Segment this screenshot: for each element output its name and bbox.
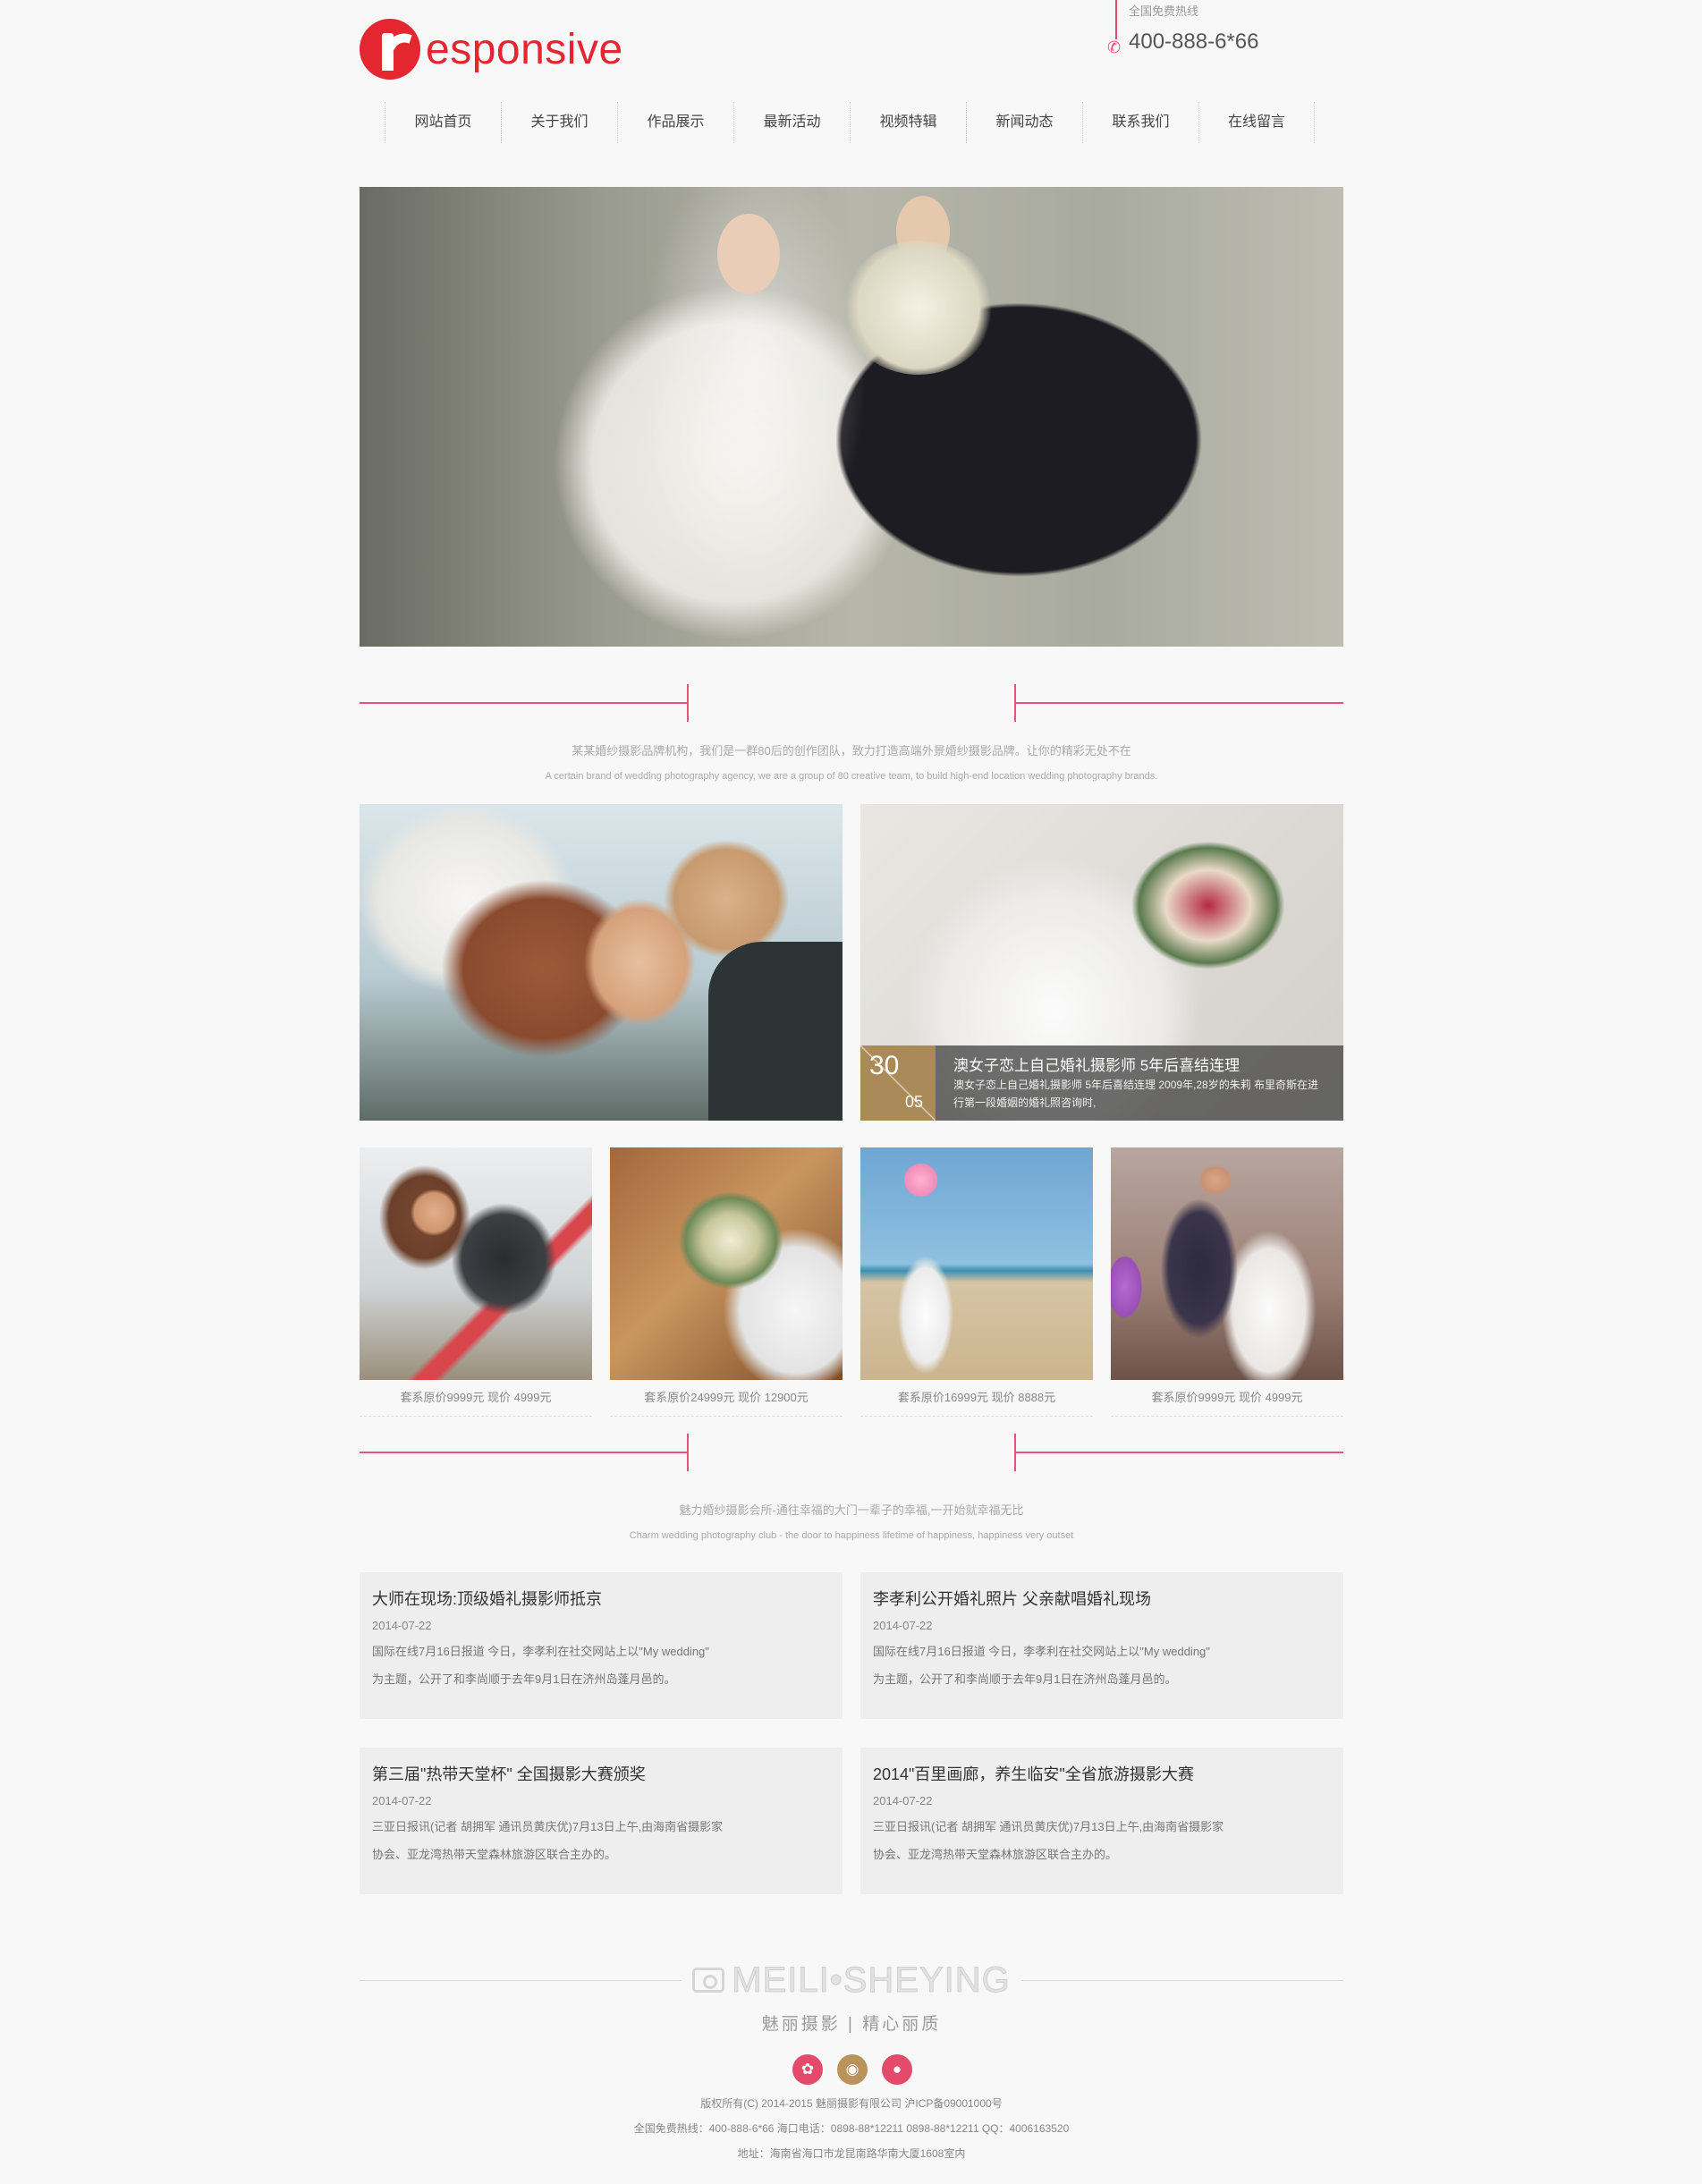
featured-month: 05 bbox=[904, 1093, 923, 1111]
news-title[interactable]: 第三届"热带天堂杯" 全国摄影大赛颁奖 bbox=[372, 1762, 830, 1787]
news-card[interactable]: 大师在现场:顶级婚礼摄影师抵京 2014-07-22 国际在线7月16日报道 今… bbox=[360, 1572, 843, 1719]
gallery-photo[interactable] bbox=[860, 1147, 1093, 1380]
featured-photo-kiss[interactable] bbox=[360, 804, 843, 1121]
divider-right-tick bbox=[1014, 684, 1016, 722]
footer-address: 地址：海南省海口市龙昆南路华南大厦1608室内 bbox=[737, 2147, 966, 2160]
news-date: 2014-07-22 bbox=[372, 1619, 432, 1632]
footer-slogan: 魅丽摄影 | 精心丽质 bbox=[761, 2015, 942, 2034]
gallery-photo[interactable] bbox=[610, 1147, 843, 1380]
nav-item-contact[interactable]: 联系我们 bbox=[1082, 102, 1198, 143]
news-excerpt: 国际在线7月16日报道 今日，李孝利在社交网站上以"My wedding" 为主… bbox=[873, 1638, 1331, 1693]
divider-right-tick bbox=[1014, 1434, 1016, 1471]
section-divider bbox=[360, 1434, 1343, 1471]
divider-left-line bbox=[360, 702, 689, 704]
gallery-price: 套系原价9999元 现价 4999元 bbox=[1111, 1380, 1343, 1417]
phone-icon: ✆ bbox=[1107, 38, 1122, 56]
gallery-price: 套系原价9999元 现价 4999元 bbox=[360, 1380, 592, 1417]
nav-item-news[interactable]: 新闻动态 bbox=[966, 102, 1082, 143]
news-excerpt-line: 为主题，公开了和李尚顺于去年9月1日在济州岛蓬月邑的。 bbox=[372, 1672, 676, 1686]
footer-copyright: 版权所有(C) 2014-2015 魅丽摄影有限公司 沪ICP备09001000… bbox=[700, 2097, 1003, 2110]
site-logo[interactable]: esponsive bbox=[360, 16, 623, 82]
divider-left-line bbox=[360, 1452, 689, 1453]
featured-photo-bouquet[interactable]: 30 05 澳女子恋上自己婚礼摄影师 5年后喜结连理 澳女子恋上自己婚礼摄影师 … bbox=[860, 804, 1343, 1121]
groom-suit bbox=[708, 942, 843, 1121]
featured-day: 30 bbox=[869, 1051, 900, 1080]
gallery-photo[interactable] bbox=[360, 1147, 592, 1380]
wechat-icon[interactable]: ● bbox=[882, 2054, 912, 2085]
divider-left-tick bbox=[687, 684, 689, 722]
nav-item-videos[interactable]: 视频特辑 bbox=[850, 102, 966, 143]
news-excerpt-line: 三亚日报讯(记者 胡拥军 通讯员黄庆优)7月13日上午,由海南省摄影家 bbox=[372, 1820, 724, 1833]
footer-contact: 全国免费热线：400-888-6*66 海口电话：0898-88*12211 0… bbox=[633, 2122, 1070, 2135]
gallery-item[interactable]: 套系原价16999元 现价 8888元 bbox=[860, 1147, 1093, 1417]
hero-bouquet bbox=[843, 241, 995, 375]
camera-icon bbox=[692, 1968, 725, 1993]
gallery-photo[interactable] bbox=[1111, 1147, 1343, 1380]
hero-banner-image[interactable] bbox=[360, 187, 1343, 647]
news-date: 2014-07-22 bbox=[873, 1794, 933, 1807]
news-title[interactable]: 2014"百里画廊，养生临安"全省旅游摄影大赛 bbox=[873, 1762, 1331, 1787]
hotline-line bbox=[1115, 0, 1117, 39]
social-links: ✿ ◉ ● bbox=[792, 2054, 912, 2085]
news-excerpt-line: 国际在线7月16日报道 今日，李孝利在社交网站上以"My wedding" bbox=[873, 1645, 1210, 1658]
news-excerpt: 三亚日报讯(记者 胡拥军 通讯员黄庆优)7月13日上午,由海南省摄影家 协会、亚… bbox=[873, 1813, 1331, 1868]
club-text-cn: 魅力婚纱摄影会所-通往幸福的大门一辈子的幸福,一开始就幸福无比 bbox=[679, 1503, 1024, 1517]
featured-text: 澳女子恋上自己婚礼摄影师 5年后喜结连理 2009年,28岁的朱莉 布里奇斯在进… bbox=[953, 1079, 1319, 1109]
nav-item-about[interactable]: 关于我们 bbox=[501, 102, 617, 143]
gallery-item[interactable]: 套系原价9999元 现价 4999元 bbox=[1111, 1147, 1343, 1417]
logo-text: esponsive bbox=[426, 25, 623, 73]
featured-caption[interactable]: 30 05 澳女子恋上自己婚礼摄影师 5年后喜结连理 澳女子恋上自己婚礼摄影师 … bbox=[860, 1045, 1343, 1121]
divider-left-tick bbox=[687, 1434, 689, 1471]
intro-text-cn: 某某婚纱摄影品牌机构，我们是一群80后的创作团队，致力打造高端外景婚纱摄影品牌。… bbox=[572, 744, 1131, 758]
intro-text-en: A certain brand of wedding photography a… bbox=[545, 771, 1158, 782]
hero-bride bbox=[717, 214, 780, 294]
gallery-price: 套系原价24999元 现价 12900元 bbox=[610, 1380, 843, 1417]
tencent-weibo-icon[interactable]: ◉ bbox=[837, 2054, 868, 2085]
news-card[interactable]: 2014"百里画廊，养生临安"全省旅游摄影大赛 2014-07-22 三亚日报讯… bbox=[860, 1748, 1343, 1894]
main-nav: 网站首页 关于我们 作品展示 最新活动 视频特辑 新闻动态 联系我们 在线留言 bbox=[385, 102, 1315, 143]
news-excerpt-line: 为主题，公开了和李尚顺于去年9月1日在济州岛蓬月邑的。 bbox=[873, 1672, 1177, 1686]
featured-title[interactable]: 澳女子恋上自己婚礼摄影师 5年后喜结连理 bbox=[953, 1053, 1240, 1075]
nav-item-works[interactable]: 作品展示 bbox=[617, 102, 733, 143]
nav-item-guestbook[interactable]: 在线留言 bbox=[1198, 102, 1315, 143]
hotline-label: 全国免费热线 bbox=[1129, 4, 1199, 18]
news-title[interactable]: 李孝利公开婚礼照片 父亲献唱婚礼现场 bbox=[873, 1587, 1331, 1612]
nav-item-home[interactable]: 网站首页 bbox=[385, 102, 501, 143]
club-text-en: Charm wedding photography club - the doo… bbox=[629, 1530, 1074, 1541]
nav-item-events[interactable]: 最新活动 bbox=[733, 102, 850, 143]
news-card[interactable]: 第三届"热带天堂杯" 全国摄影大赛颁奖 2014-07-22 三亚日报讯(记者 … bbox=[360, 1748, 843, 1894]
gallery-item[interactable]: 套系原价9999元 现价 4999元 bbox=[360, 1147, 592, 1417]
news-excerpt-line: 协会、亚龙湾热带天堂森林旅游区联合主办的。 bbox=[873, 1848, 1118, 1861]
footer-divider-right bbox=[1021, 1980, 1343, 1981]
news-date: 2014-07-22 bbox=[372, 1794, 432, 1807]
hotline-number: 400-888-6*66 bbox=[1129, 30, 1259, 54]
divider-right-line bbox=[1014, 1452, 1343, 1453]
section-divider bbox=[360, 684, 1343, 722]
divider-right-line bbox=[1014, 702, 1343, 704]
featured-date-badge: 30 05 bbox=[860, 1045, 936, 1121]
weibo-icon[interactable]: ✿ bbox=[792, 2054, 823, 2085]
logo-r-mark-icon bbox=[360, 19, 420, 80]
gallery-price: 套系原价16999元 现价 8888元 bbox=[860, 1380, 1093, 1417]
news-excerpt: 三亚日报讯(记者 胡拥军 通讯员黄庆优)7月13日上午,由海南省摄影家 协会、亚… bbox=[372, 1813, 830, 1868]
footer-divider-left bbox=[360, 1980, 682, 1981]
news-card[interactable]: 李孝利公开婚礼照片 父亲献唱婚礼现场 2014-07-22 国际在线7月16日报… bbox=[860, 1572, 1343, 1719]
news-title[interactable]: 大师在现场:顶级婚礼摄影师抵京 bbox=[372, 1587, 830, 1612]
footer-brand: MEILI•SHEYING bbox=[732, 1960, 1011, 2000]
news-excerpt: 国际在线7月16日报道 今日，李孝利在社交网站上以"My wedding" 为主… bbox=[372, 1638, 830, 1693]
news-excerpt-line: 三亚日报讯(记者 胡拥军 通讯员黄庆优)7月13日上午,由海南省摄影家 bbox=[873, 1820, 1224, 1833]
news-date: 2014-07-22 bbox=[873, 1619, 933, 1632]
news-excerpt-line: 国际在线7月16日报道 今日，李孝利在社交网站上以"My wedding" bbox=[372, 1645, 709, 1658]
news-excerpt-line: 协会、亚龙湾热带天堂森林旅游区联合主办的。 bbox=[372, 1848, 617, 1861]
footer-logo: MEILI•SHEYING bbox=[682, 1960, 1021, 2000]
gallery-item[interactable]: 套系原价24999元 现价 12900元 bbox=[610, 1147, 843, 1417]
